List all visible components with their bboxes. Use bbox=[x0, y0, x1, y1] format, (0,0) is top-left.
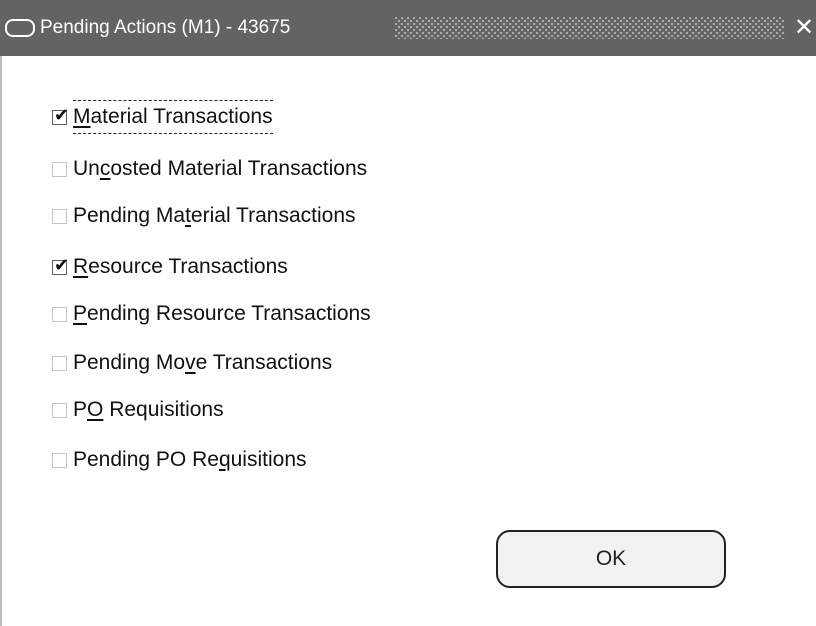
option-material-transactions[interactable]: ✔ Material Transactions bbox=[52, 100, 273, 134]
uncosted-material-transactions-checkbox[interactable] bbox=[52, 161, 67, 177]
option-pending-move-transactions[interactable]: Pending Move Transactions bbox=[52, 349, 332, 377]
pending-resource-transactions-label: Pending Resource Transactions bbox=[73, 302, 371, 325]
close-icon[interactable]: ✕ bbox=[792, 14, 816, 42]
window-menu-icon[interactable] bbox=[5, 19, 35, 37]
title-bar[interactable]: Pending Actions (M1) - 43675 ✕ bbox=[0, 0, 816, 56]
option-po-requisitions[interactable]: PO Requisitions bbox=[52, 396, 224, 424]
option-pending-resource-transactions[interactable]: Pending Resource Transactions bbox=[52, 300, 371, 328]
pending-actions-dialog: Pending Actions (M1) - 43675 ✕ ✔ Materia… bbox=[0, 0, 816, 626]
pending-material-transactions-checkbox[interactable] bbox=[52, 208, 67, 224]
check-icon: ✔ bbox=[54, 254, 70, 276]
pending-po-requisitions-checkbox[interactable] bbox=[52, 452, 67, 468]
window-title: Pending Actions (M1) - 43675 bbox=[40, 17, 291, 38]
resource-transactions-checkbox[interactable]: ✔ bbox=[52, 255, 69, 276]
material-transactions-label: Material Transactions bbox=[73, 100, 273, 134]
check-icon: ✔ bbox=[54, 104, 70, 126]
option-pending-po-requisitions[interactable]: Pending PO Requisitions bbox=[52, 446, 307, 474]
ok-button[interactable]: OK bbox=[496, 530, 726, 588]
pending-resource-transactions-checkbox[interactable] bbox=[52, 306, 67, 322]
option-uncosted-material-transactions[interactable]: Uncosted Material Transactions bbox=[52, 155, 367, 183]
po-requisitions-checkbox[interactable] bbox=[52, 402, 67, 418]
title-bar-pattern bbox=[395, 17, 785, 39]
option-pending-material-transactions[interactable]: Pending Material Transactions bbox=[52, 202, 356, 230]
option-resource-transactions[interactable]: ✔ Resource Transactions bbox=[52, 253, 288, 281]
window-border bbox=[0, 56, 2, 626]
uncosted-material-transactions-label: Uncosted Material Transactions bbox=[73, 157, 368, 180]
material-transactions-checkbox[interactable]: ✔ bbox=[52, 105, 69, 126]
pending-move-transactions-label: Pending Move Transactions bbox=[73, 351, 333, 374]
pending-material-transactions-label: Pending Material Transactions bbox=[73, 204, 356, 227]
resource-transactions-label: Resource Transactions bbox=[73, 255, 288, 278]
pending-po-requisitions-label: Pending PO Requisitions bbox=[73, 448, 307, 471]
pending-move-transactions-checkbox[interactable] bbox=[52, 355, 67, 371]
po-requisitions-label: PO Requisitions bbox=[73, 398, 224, 421]
